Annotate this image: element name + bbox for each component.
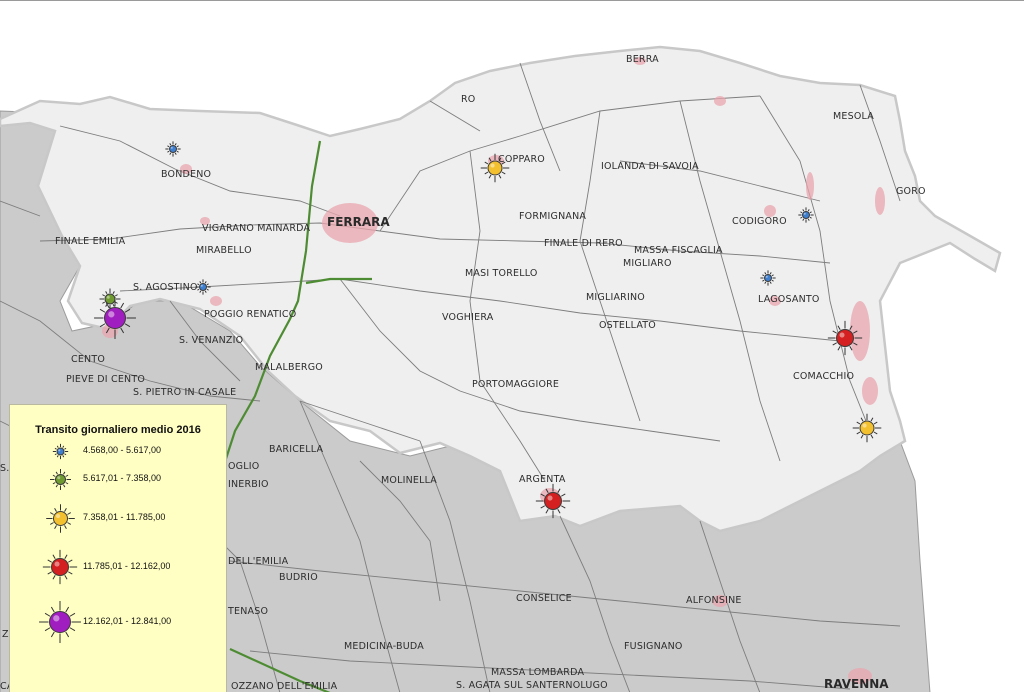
place-label: BUDRIO bbox=[279, 572, 318, 583]
purple-sun-marker-icon bbox=[39, 601, 81, 643]
place-label: MOLINELLA bbox=[381, 475, 437, 486]
place-label: PIEVE DI CENTO bbox=[66, 374, 145, 385]
blue-sun-marker-icon bbox=[52, 443, 68, 459]
place-label: VIGARANO MAINARDA bbox=[202, 223, 311, 234]
legend-range-label: 12.162,01 - 12.841,00 bbox=[83, 616, 172, 626]
legend-row: 7.358,01 - 11.785,00 bbox=[10, 503, 226, 546]
place-label: FUSIGNANO bbox=[624, 641, 683, 652]
legend-title: Transito giornaliero medio 2016 bbox=[35, 424, 201, 436]
place-label: OZZANO DELL'EMILIA bbox=[231, 681, 338, 692]
place-label: RO bbox=[461, 94, 475, 105]
place-label: MIRABELLO bbox=[196, 245, 252, 256]
legend-row: 12.162,01 - 12.841,00 bbox=[10, 601, 226, 650]
place-label: Z bbox=[2, 629, 9, 640]
place-label: MASSA LOMBARDA bbox=[491, 667, 584, 678]
place-label: MIGLIARINO bbox=[586, 292, 645, 303]
place-label: COPPARO bbox=[498, 154, 545, 165]
legend-range-label: 4.568,00 - 5.617,00 bbox=[83, 445, 162, 455]
legend-range-label: 11.785,01 - 12.162,00 bbox=[83, 561, 171, 571]
place-label: OSTELLATO bbox=[599, 320, 656, 331]
place-label: BERRA bbox=[626, 54, 659, 65]
legend-row: 11.785,01 - 12.162,00 bbox=[10, 549, 226, 595]
yellow-sun-marker-icon bbox=[45, 503, 75, 533]
place-label: S. VENANZIO bbox=[179, 335, 243, 346]
place-label: MESOLA bbox=[833, 111, 874, 122]
place-label: FINALE DI RERO bbox=[544, 238, 623, 249]
legend: Transito giornaliero medio 2016 4.568,00… bbox=[9, 404, 227, 692]
place-label: IOLANDA DI SAVOIA bbox=[601, 161, 699, 172]
place-label: CONSELICE bbox=[516, 593, 572, 604]
place-label: MIGLIARO bbox=[623, 258, 672, 269]
place-label: FORMIGNANA bbox=[519, 211, 586, 222]
purple-sun-marker-icon[interactable] bbox=[39, 601, 81, 643]
map-view[interactable]: BERRA RO MESOLA COPPARO IOLANDA DI SAVOIA GOR… bbox=[0, 0, 1024, 692]
place-label: LAGOSANTO bbox=[758, 294, 820, 305]
legend-range-label: 7.358,01 - 11.785,00 bbox=[83, 512, 166, 522]
place-label: MASSA FISCAGLIA bbox=[634, 245, 723, 256]
legend-range-label: 5.617,01 - 7.358,00 bbox=[83, 473, 162, 483]
place-label: INERBIO bbox=[228, 479, 269, 490]
place-label: BARICELLA bbox=[269, 444, 323, 455]
place-label: S. PIETRO IN CASALE bbox=[133, 387, 236, 398]
place-label: FINALE EMILIA bbox=[55, 236, 126, 247]
blue-sun-marker-icon[interactable] bbox=[52, 443, 68, 459]
place-label: POGGIO RENATICO bbox=[204, 309, 296, 320]
place-label: TENASO bbox=[227, 606, 268, 617]
place-label: CODIGORO bbox=[732, 216, 787, 227]
urban-area-9 bbox=[862, 377, 878, 405]
place-label: MALALBERGO bbox=[255, 362, 323, 373]
place-label: OGLIO bbox=[228, 461, 259, 472]
red-sun-marker-icon bbox=[42, 549, 78, 585]
place-label: DELL'EMILIA bbox=[228, 556, 289, 567]
place-label: BONDENO bbox=[161, 169, 211, 180]
yellow-sun-marker-icon[interactable] bbox=[45, 503, 75, 533]
green-sun-marker-icon[interactable] bbox=[49, 468, 71, 490]
place-label: S. AGATA SUL SANTERNOLUGO bbox=[456, 680, 608, 691]
place-label: GORO bbox=[896, 186, 926, 197]
place-label: MASI TORELLO bbox=[465, 268, 538, 279]
urban-area-15 bbox=[875, 187, 885, 215]
place-label: ARGENTA bbox=[519, 474, 566, 485]
place-label: MEDICINA-BUDA bbox=[344, 641, 424, 652]
place-label: ALFONSINE bbox=[686, 595, 742, 606]
place-label: PORTOMAGGIORE bbox=[472, 379, 559, 390]
urban-area-13 bbox=[714, 96, 726, 106]
place-label: CENTO bbox=[71, 354, 105, 365]
place-label: COMACCHIO bbox=[793, 371, 854, 382]
place-label: VOGHIERA bbox=[442, 312, 494, 323]
red-sun-marker-icon[interactable] bbox=[42, 549, 78, 585]
urban-area-8 bbox=[850, 301, 870, 361]
urban-area-16 bbox=[806, 172, 814, 200]
urban-area-4 bbox=[210, 296, 222, 306]
place-label: RAVENNA bbox=[824, 677, 889, 691]
green-sun-marker-icon bbox=[49, 468, 71, 490]
place-label: S. AGOSTINO bbox=[133, 282, 198, 293]
place-label: FERRARA bbox=[327, 215, 390, 229]
legend-row: 5.617,01 - 7.358,00 bbox=[10, 467, 226, 507]
